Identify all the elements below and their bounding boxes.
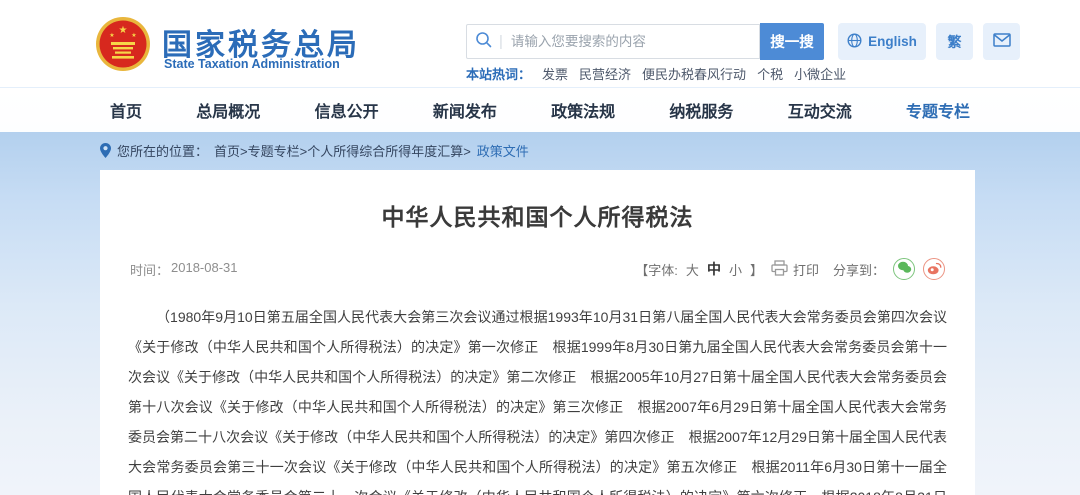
share-wechat-button[interactable] bbox=[893, 258, 915, 280]
article-card: 中华人民共和国个人所得税法 时间： 2018-08-31 【字体: 大 中 小 … bbox=[100, 170, 975, 495]
print-label: 打印 bbox=[793, 260, 819, 279]
font-size-open: 【字体: bbox=[635, 260, 678, 279]
mail-button[interactable] bbox=[983, 23, 1020, 60]
article-toolbar: 【字体: 大 中 小 】 打印 bbox=[635, 258, 945, 280]
nav-item-tax-services[interactable]: 纳税服务 bbox=[669, 98, 733, 122]
hot-word-link[interactable]: 民营经济 bbox=[579, 64, 631, 83]
site-header: ★ ★ ★ 国家税务总局 State Taxation Administrati… bbox=[0, 0, 1080, 88]
hot-word-link[interactable]: 个税 bbox=[757, 64, 783, 83]
wechat-icon bbox=[897, 261, 912, 277]
svg-text:★: ★ bbox=[119, 25, 128, 36]
font-size-small-button[interactable]: 小 bbox=[729, 260, 742, 279]
share-label: 分享到： bbox=[833, 260, 885, 279]
english-button[interactable]: English bbox=[838, 23, 926, 60]
english-button-label: English bbox=[868, 34, 917, 49]
search-row: | 搜一搜 English 繁 bbox=[466, 23, 1020, 60]
weibo-icon bbox=[927, 261, 942, 278]
site-title-english: State Taxation Administration bbox=[164, 57, 340, 71]
traditional-chinese-button[interactable]: 繁 bbox=[936, 23, 973, 60]
nav-item-special-topics[interactable]: 专题专栏 bbox=[906, 98, 970, 122]
breadcrumb-path[interactable]: 首页>专题专栏>个人所得综合所得年度汇算> bbox=[214, 141, 471, 160]
hot-word-link[interactable]: 便民办税春风行动 bbox=[642, 64, 746, 83]
share-weibo-button[interactable] bbox=[923, 258, 945, 280]
mail-icon bbox=[993, 33, 1011, 50]
search-divider: | bbox=[499, 33, 503, 50]
date-label: 时间： bbox=[130, 260, 169, 279]
nav-item-info-disclosure[interactable]: 信息公开 bbox=[315, 98, 379, 122]
nav-item-overview[interactable]: 总局概况 bbox=[196, 98, 260, 122]
font-size-medium-button[interactable]: 中 bbox=[707, 259, 721, 279]
search-box[interactable]: | bbox=[466, 24, 760, 59]
nav-item-interaction[interactable]: 互动交流 bbox=[788, 98, 852, 122]
content-area: 您所在的位置： 首页>专题专栏>个人所得综合所得年度汇算> 政策文件 中华人民共和… bbox=[0, 132, 1080, 495]
article-body-paragraph: （1980年9月10日第五届全国人民代表大会第三次会议通过根据1993年10月3… bbox=[128, 302, 947, 495]
print-button[interactable]: 打印 bbox=[771, 260, 819, 279]
nav-item-policies[interactable]: 政策法规 bbox=[551, 98, 615, 122]
hot-words-label: 本站热词： bbox=[466, 64, 531, 83]
search-icon bbox=[475, 31, 492, 53]
breadcrumb-label: 您所在的位置： bbox=[117, 141, 208, 160]
location-pin-icon bbox=[100, 143, 111, 158]
main-navigation: 首页 总局概况 信息公开 新闻发布 政策法规 纳税服务 互动交流 专题专栏 bbox=[0, 88, 1080, 132]
breadcrumb: 您所在的位置： 首页>专题专栏>个人所得综合所得年度汇算> 政策文件 bbox=[0, 132, 1080, 168]
hot-word-link[interactable]: 发票 bbox=[542, 64, 568, 83]
hot-words-row: 本站热词： 发票 民营经济 便民办税春风行动 个税 小微企业 bbox=[466, 64, 846, 83]
svg-text:★: ★ bbox=[131, 32, 136, 39]
font-size-close: 】 bbox=[750, 260, 763, 279]
hot-word-link[interactable]: 小微企业 bbox=[794, 64, 846, 83]
article-title: 中华人民共和国个人所得税法 bbox=[100, 198, 975, 232]
font-size-large-button[interactable]: 大 bbox=[686, 260, 699, 279]
page: ★ ★ ★ 国家税务总局 State Taxation Administrati… bbox=[0, 0, 1080, 495]
breadcrumb-current[interactable]: 政策文件 bbox=[477, 141, 529, 160]
nav-item-news[interactable]: 新闻发布 bbox=[433, 98, 497, 122]
national-emblem-logo: ★ ★ ★ bbox=[95, 16, 151, 77]
search-input[interactable] bbox=[511, 34, 751, 49]
globe-icon bbox=[847, 33, 862, 51]
svg-text:★: ★ bbox=[109, 32, 114, 39]
publish-date: 时间： 2018-08-31 bbox=[130, 260, 238, 279]
printer-icon bbox=[771, 260, 788, 279]
article-meta-row: 时间： 2018-08-31 【字体: 大 中 小 】 bbox=[130, 258, 945, 280]
search-button[interactable]: 搜一搜 bbox=[760, 23, 824, 60]
date-value: 2018-08-31 bbox=[171, 260, 238, 279]
nav-item-home[interactable]: 首页 bbox=[110, 98, 142, 122]
